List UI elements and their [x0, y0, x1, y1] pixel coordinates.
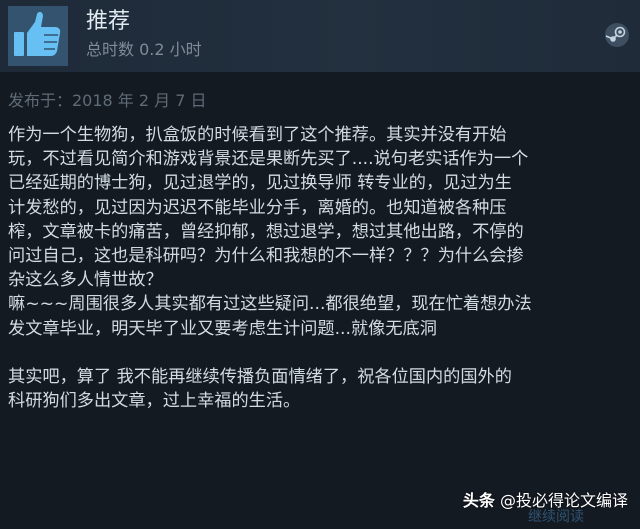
steam-icon[interactable] — [604, 22, 630, 48]
review-line: 作为一个生物狗，扒盒饭的时候看到了这个推荐。其实并没有开始 — [8, 125, 507, 145]
watermark: 头条 @投必得论文编译 — [463, 491, 628, 511]
review-line: 玩，不过看见简介和游戏背景还是果断先买了....说句老实话作为一个 — [8, 149, 529, 170]
review-line: 发文章毕业，明天毕了业又要考虑生计问题...就像无底洞 — [8, 318, 437, 339]
review-line: 计发愁的，见过因为迟迟不能毕业分手，离婚的。也知道被各种压 — [8, 197, 507, 218]
review-line: 已经延期的博士狗，见过退学的，见过换导师 转专业的，见过为生 — [8, 173, 512, 194]
review-line: 杂这么多人情世故？ — [8, 270, 163, 291]
review-line: 科研狗们多出文章，过上幸福的生活。 — [8, 391, 301, 412]
thumbs-up-icon — [8, 6, 68, 66]
review-line: 问过自己，这也是科研吗？为什么和我想的不一样？？？为什么会掺 — [8, 246, 524, 267]
review-line: 榨，文章被卡的痛苦，曾经抑郁，想过退学，想过其他出路，不停的 — [8, 221, 524, 242]
review-header: 推荐 总时数 0.2 小时 — [0, 0, 640, 72]
watermark-brand: 头条 — [462, 491, 495, 510]
posted-date: 发布于：2018 年 2 月 7 日 — [8, 91, 207, 110]
review-line: 其实吧，算了 我不能再继续传播负面情绪了，祝各位国内的国外的 — [8, 367, 512, 388]
review-body: 作为一个生物狗，扒盒饭的时候看到了这个推荐。其实并没有开始 玩，不过看见简介和游… — [8, 123, 634, 413]
playtime-hours: 总时数 0.2 小时 — [86, 40, 202, 59]
watermark-handle: @投必得论文编译 — [499, 491, 628, 510]
review-verdict: 推荐 — [86, 9, 131, 34]
read-more-link[interactable]: 继续阅读 — [528, 509, 584, 525]
review-line: 嘛~~~周围很多人其实都有过这些疑问...都很绝望，现在忙着想办法 — [8, 294, 532, 315]
